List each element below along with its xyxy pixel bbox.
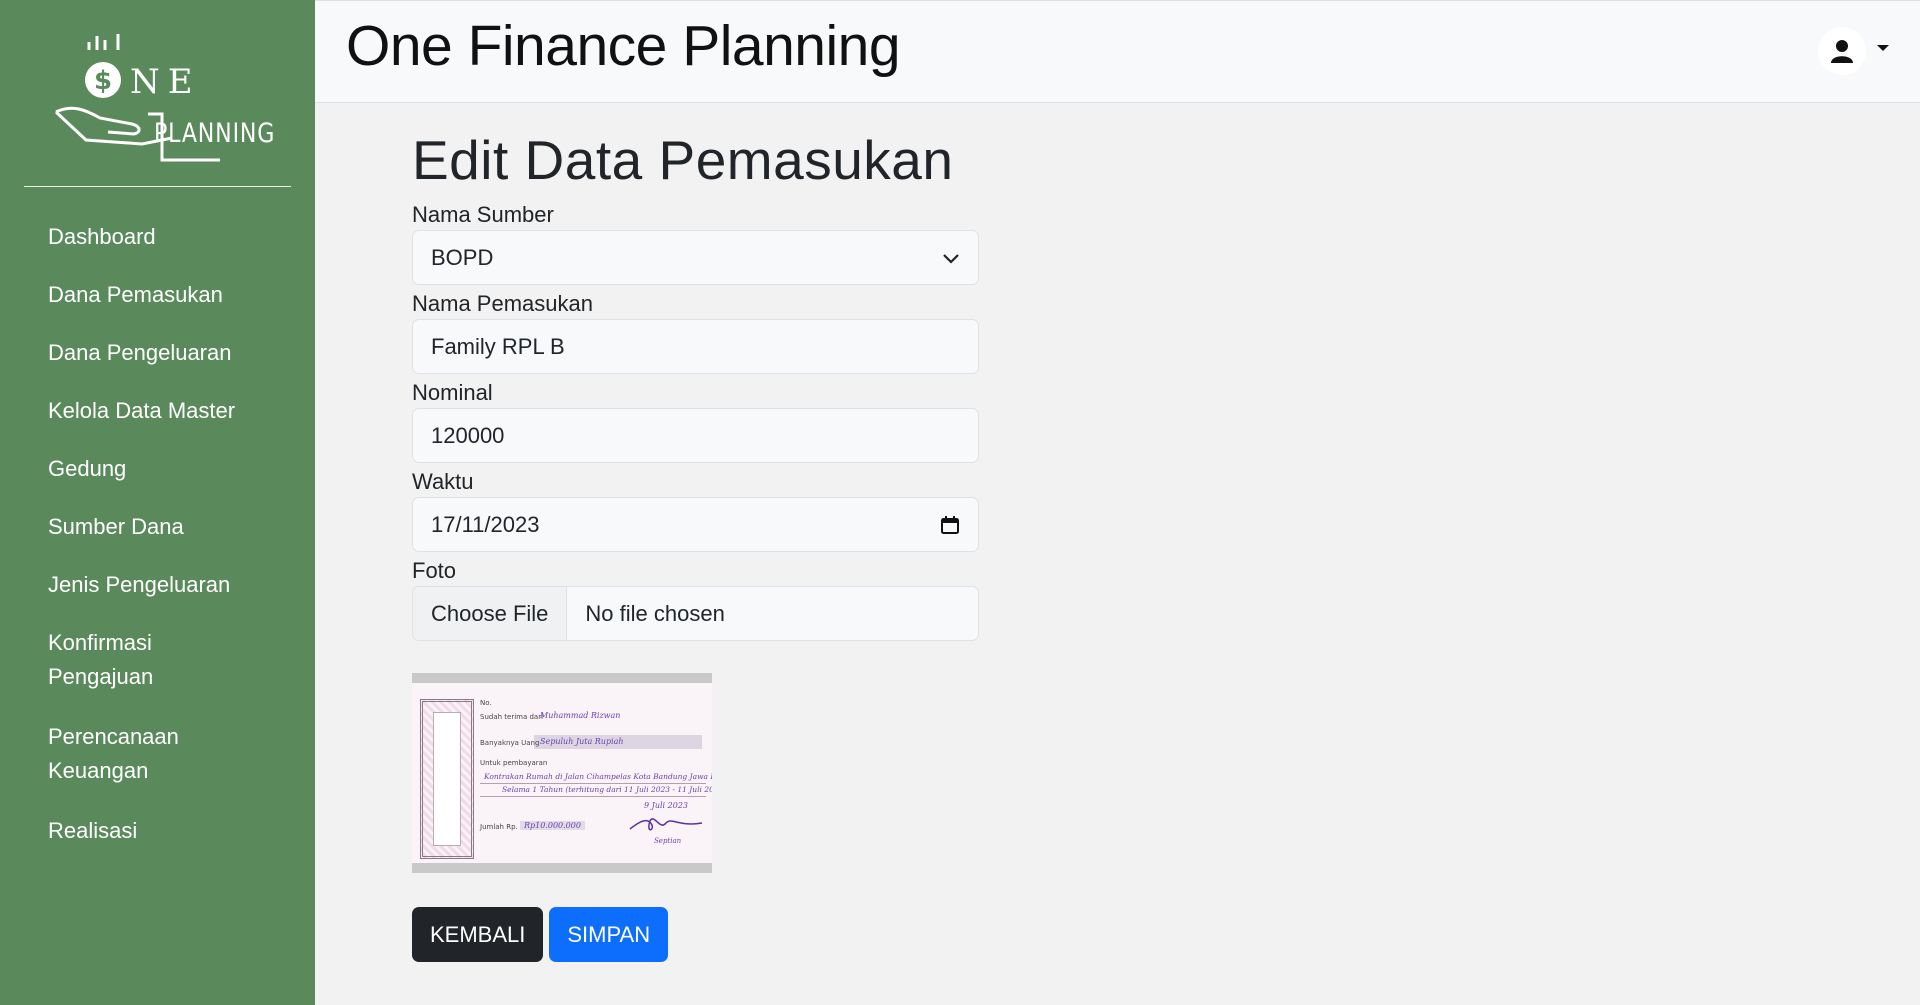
receipt-signer: Septian [654, 837, 682, 845]
nominal-value: 120000 [431, 422, 505, 448]
logo-text-one: NE [130, 62, 201, 102]
receipt-total-label: Jumlah Rp. [480, 823, 518, 831]
sidebar-divider [24, 186, 291, 187]
top-navbar: One Finance Planning [315, 0, 1920, 103]
app-title: One Finance Planning [346, 14, 901, 78]
foto-file-input[interactable]: Choose File No file chosen [412, 586, 979, 641]
signature-icon [629, 818, 703, 831]
edit-form: Edit Data Pemasukan Nama Sumber BOPD Nam… [412, 120, 982, 962]
nama-pemasukan-label: Nama Pemasukan [412, 291, 593, 316]
receipt-total: Rp10.000.000 [520, 821, 585, 830]
receipt-for-label: Untuk pembayaran [480, 759, 548, 767]
sidebar-nav: Dashboard Dana Pemasukan Dana Pengeluara… [48, 220, 298, 872]
chevron-down-icon [943, 253, 959, 264]
page-title: Edit Data Pemasukan [412, 129, 954, 191]
sidebar-item-konfirmasi-pengajuan[interactable]: Konfirmasi Pengajuan [48, 626, 188, 694]
receipt-received-label: Sudah terima dari [480, 713, 544, 721]
simpan-button[interactable]: SIMPAN [549, 907, 669, 962]
sidebar-item-jenis-pengeluaran[interactable]: Jenis Pengeluaran [48, 568, 298, 602]
nominal-input[interactable]: 120000 [412, 408, 979, 463]
nama-sumber-label: Nama Sumber [412, 202, 554, 227]
receipt-received-from: Muhammad Rizwan [540, 711, 621, 720]
sidebar-item-dana-pemasukan[interactable]: Dana Pemasukan [48, 278, 298, 312]
sidebar-item-realisasi[interactable]: Realisasi [48, 814, 298, 848]
calendar-icon[interactable] [940, 515, 960, 535]
nama-sumber-value: BOPD [431, 244, 494, 270]
logo-text-planning: PLANNING [154, 118, 276, 149]
chevron-down-icon[interactable] [1877, 45, 1889, 51]
sidebar-item-perencanaan-keuangan[interactable]: Perencanaan Keuangan [48, 720, 208, 788]
form-actions: KEMBALI SIMPAN [412, 907, 982, 962]
receipt-stub [420, 699, 474, 859]
receipt-no-label: No. [480, 699, 492, 707]
user-icon [1831, 40, 1853, 63]
choose-file-button[interactable]: Choose File [413, 587, 568, 640]
receipt-amount-words: Sepuluh Juta Rupiah [540, 737, 624, 746]
svg-text:$: $ [94, 66, 112, 96]
receipt-amount-label: Banyaknya Uang [480, 739, 540, 747]
nama-pemasukan-value: Family RPL B [431, 333, 565, 359]
waktu-label: Waktu [412, 469, 474, 494]
sidebar-item-kelola-data-master[interactable]: Kelola Data Master [48, 394, 298, 428]
foto-preview: No. Sudah terima dari Muhammad Rizwan Ba… [412, 673, 712, 873]
receipt-date: 9 Juli 2023 [644, 801, 689, 810]
kembali-button[interactable]: KEMBALI [412, 907, 544, 962]
waktu-value: 17/11/2023 [431, 511, 540, 537]
foto-label: Foto [412, 558, 457, 583]
sidebar-item-dashboard[interactable]: Dashboard [48, 220, 298, 254]
waktu-date-input[interactable]: 17/11/2023 [412, 497, 979, 552]
sidebar-item-sumber-dana[interactable]: Sumber Dana [48, 510, 298, 544]
receipt-purpose-1: Kontrakan Rumah di Jalan Cihampelas Kota… [484, 772, 712, 781]
nama-pemasukan-input[interactable]: Family RPL B [412, 319, 979, 374]
user-menu-button[interactable] [1818, 27, 1866, 75]
receipt-image: No. Sudah terima dari Muhammad Rizwan Ba… [412, 683, 712, 863]
nama-sumber-select[interactable]: BOPD [412, 230, 979, 285]
nominal-label: Nominal [412, 380, 493, 405]
receipt-purpose-2: Selama 1 Tahun (terhitung dari 11 Juli 2… [502, 785, 712, 794]
sidebar-item-dana-pengeluaran[interactable]: Dana Pengeluaran [48, 336, 298, 370]
sidebar-item-gedung[interactable]: Gedung [48, 452, 298, 486]
file-status: No file chosen [585, 600, 725, 626]
sidebar: $ NE PLANNING Dashboard Dana Pemasukan D… [0, 0, 315, 1005]
